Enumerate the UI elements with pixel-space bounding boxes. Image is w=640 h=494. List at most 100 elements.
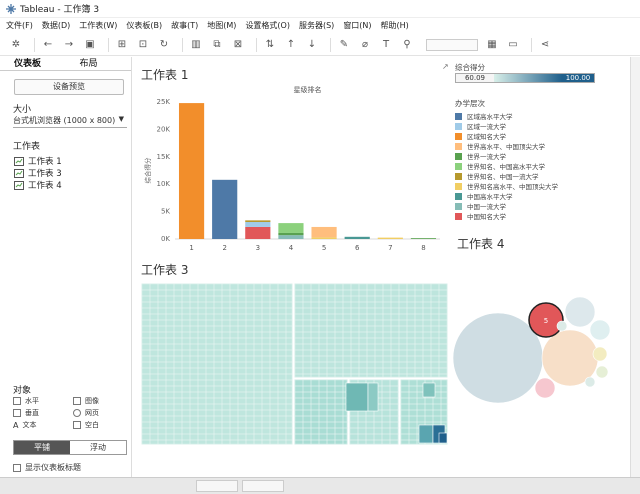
menu-format[interactable]: 设置格式(O)	[245, 20, 290, 31]
toolbar-divider	[108, 37, 109, 52]
refresh-icon[interactable]: ↻	[156, 38, 172, 52]
menu-window[interactable]: 窗口(N)	[343, 20, 371, 31]
treemap-cell[interactable]	[438, 432, 448, 444]
sort-asc-icon[interactable]: ↑	[283, 38, 299, 52]
treemap[interactable]	[141, 283, 448, 445]
treemap-cell[interactable]	[418, 424, 434, 444]
tiled-button[interactable]: 平铺	[14, 441, 70, 454]
swap-icon[interactable]: ⇅	[262, 38, 278, 52]
legend-item[interactable]: 区域一流大学	[455, 121, 558, 131]
object-webpage[interactable]: 网页	[73, 408, 99, 418]
legend-item[interactable]: 世界高水平、中国顶尖大学	[455, 141, 558, 151]
treemap-cell[interactable]	[422, 382, 436, 398]
bar-segment[interactable]	[344, 236, 370, 239]
worksheet-icon	[14, 168, 24, 178]
menu-server[interactable]: 服务器(S)	[299, 20, 334, 31]
blank-icon	[73, 421, 81, 429]
new-datasource-icon[interactable]: ⊞	[114, 38, 130, 52]
legend-item[interactable]: 中国知名大学	[455, 211, 558, 221]
bar-segment[interactable]	[245, 226, 271, 239]
menu-dashboard[interactable]: 仪表板(B)	[126, 20, 162, 31]
object-blank[interactable]: 空白	[73, 420, 99, 430]
menu-worksheet[interactable]: 工作表(W)	[79, 20, 117, 31]
bubble[interactable]	[556, 320, 568, 332]
fit-select[interactable]	[426, 38, 478, 51]
sheet-tab[interactable]	[196, 480, 238, 492]
bar-segment[interactable]	[212, 179, 238, 239]
bubble[interactable]	[584, 376, 596, 388]
object-horizontal[interactable]: 水平	[13, 396, 39, 406]
undo-icon[interactable]: ←	[40, 38, 56, 52]
object-label: 文本	[22, 421, 37, 429]
treemap-cell[interactable]	[367, 382, 379, 412]
bubble[interactable]	[564, 296, 596, 328]
legend-item[interactable]: 世界知名、中国高水平大学	[455, 161, 558, 171]
menu-file[interactable]: 文件(F)	[6, 20, 33, 31]
treemap-region[interactable]	[293, 378, 349, 445]
bar-segment[interactable]	[377, 237, 403, 239]
show-title-checkbox[interactable]: 显示仪表板标题	[13, 462, 81, 473]
bar-segment[interactable]	[278, 232, 304, 236]
legend-item[interactable]: 世界知名高水平、中国顶尖大学	[455, 181, 558, 191]
group-icon[interactable]: ⌀	[357, 38, 373, 52]
legend-swatch	[455, 132, 462, 140]
legend-label: 区域知名大学	[467, 133, 506, 141]
floating-button[interactable]: 浮动	[70, 441, 126, 454]
new-sheet-icon[interactable]: ⊡	[135, 38, 151, 52]
fix-axes-icon[interactable]: ▦	[484, 38, 500, 52]
bubble[interactable]	[592, 346, 608, 362]
bar-segment[interactable]	[278, 235, 304, 239]
treemap-cell[interactable]	[345, 382, 369, 412]
pin-icon[interactable]: ⚲	[399, 38, 415, 52]
tab-layout[interactable]: 布局	[66, 57, 132, 70]
share-icon[interactable]: ⋖	[537, 38, 553, 52]
menu-data[interactable]: 数据(D)	[42, 20, 70, 31]
legend-item[interactable]: 中国高水平大学	[455, 191, 558, 201]
sheet-item[interactable]: 工作表 1	[14, 155, 62, 167]
presentation-icon[interactable]: ▭	[505, 38, 521, 52]
size-dropdown[interactable]: 台式机浏览器 (1000 x 800) ▼	[13, 115, 127, 128]
bubble[interactable]	[595, 365, 609, 379]
save-icon[interactable]: ▣	[82, 38, 98, 52]
menu-story[interactable]: 故事(T)	[171, 20, 198, 31]
new-worksheet-icon[interactable]: ▥	[188, 38, 204, 52]
redo-icon[interactable]: →	[61, 38, 77, 52]
treemap-region[interactable]	[141, 283, 294, 445]
object-image[interactable]: 图像	[73, 396, 99, 406]
bubble-chart[interactable]: 5	[450, 290, 630, 450]
expand-icon[interactable]: ↗	[442, 62, 449, 71]
labels-icon[interactable]: T	[378, 38, 394, 52]
duplicate-icon[interactable]: ⧉	[209, 38, 225, 52]
bar-segment[interactable]	[178, 103, 205, 239]
bubble[interactable]	[589, 319, 611, 341]
bubble[interactable]	[534, 377, 556, 399]
sheet-item[interactable]: 工作表 4	[14, 179, 62, 191]
bar-segment[interactable]	[410, 238, 437, 239]
menu-map[interactable]: 地图(M)	[207, 20, 236, 31]
treemap-region[interactable]	[293, 283, 448, 379]
legend-item[interactable]: 中国一流大学	[455, 201, 558, 211]
sheet-item[interactable]: 工作表 3	[14, 167, 62, 179]
tab-dashboard[interactable]: 仪表板	[0, 57, 66, 70]
chart-title: 星级排名	[294, 85, 322, 94]
clear-sheet-icon[interactable]: ⊠	[230, 38, 246, 52]
bar-segment[interactable]	[311, 226, 337, 238]
bar-segment[interactable]	[245, 220, 271, 223]
device-preview-button[interactable]: 设备预览	[14, 79, 124, 95]
highlight-icon[interactable]: ✎	[336, 38, 352, 52]
object-vertical[interactable]: 垂直	[13, 408, 39, 418]
bar-segment[interactable]	[278, 223, 304, 233]
legend-item[interactable]: 区域高水平大学	[455, 111, 558, 121]
object-text[interactable]: A 文本	[13, 420, 36, 430]
bar-segment[interactable]	[311, 237, 337, 239]
vertical-scrollbar[interactable]	[630, 57, 640, 477]
bar-segment[interactable]	[245, 222, 271, 227]
legend-item[interactable]: 区域知名大学	[455, 131, 558, 141]
legend-item[interactable]: 世界知名、中国一流大学	[455, 171, 558, 181]
sheet-tab[interactable]	[242, 480, 284, 492]
legend-item[interactable]: 世界一流大学	[455, 151, 558, 161]
sort-desc-icon[interactable]: ↓	[304, 38, 320, 52]
bar-chart[interactable]: 星级排名综合得分 0K 5K 10K 15K 20K 25K 1 2 3 4 5 6 7 8	[140, 80, 450, 260]
tableau-gear-icon[interactable]: ✲	[8, 38, 24, 52]
menu-help[interactable]: 帮助(H)	[381, 20, 409, 31]
